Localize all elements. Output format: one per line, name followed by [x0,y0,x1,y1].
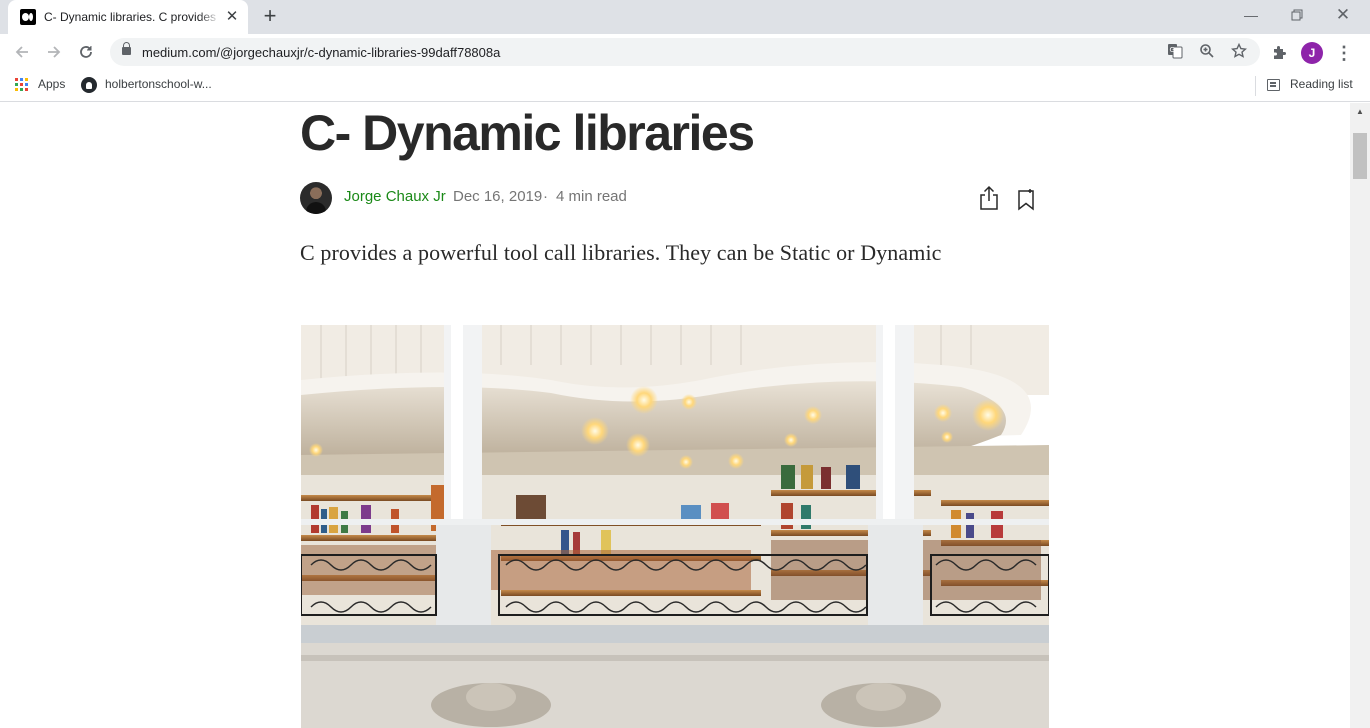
read-time: 4 min read [556,188,627,205]
tab-strip: C- Dynamic libraries. C provides a power… [0,0,1370,34]
minimize-window-button[interactable]: — [1228,0,1274,30]
browser-tab-active[interactable]: C- Dynamic libraries. C provides a power… [8,0,248,34]
scrollbar-thumb[interactable] [1353,133,1367,179]
author-name-link[interactable]: Jorge Chaux Jr [344,188,446,205]
post-date: Dec 16, 2019 [453,188,543,205]
scroll-up-arrow-icon[interactable]: ▲ [1350,103,1370,121]
restore-window-button[interactable] [1274,0,1320,30]
bookmark-star-icon[interactable] [1230,42,1248,61]
reading-list-icon[interactable] [1267,79,1280,91]
profile-avatar[interactable]: J [1301,42,1323,64]
page-scrollbar[interactable]: ▲ [1350,103,1370,728]
author-avatar[interactable] [300,182,332,214]
reload-button[interactable] [72,38,100,66]
lock-icon[interactable] [122,42,131,55]
article-title: C- Dynamic libraries [300,105,755,161]
article-subtitle: C provides a powerful tool call librarie… [300,240,942,265]
bookmarks-divider [1255,76,1256,96]
hero-image [301,325,1049,728]
translate-icon[interactable]: G [1166,43,1184,61]
back-button[interactable] [8,38,36,66]
extensions-puzzle-icon[interactable] [1268,42,1290,64]
forward-button[interactable] [40,38,68,66]
new-tab-button[interactable]: + [258,5,282,29]
address-bar[interactable]: medium.com/@jorgechauxjr/c-dynamic-libra… [110,38,1260,66]
bookmarks-bar: Apps holbertonschool-w... Reading list [0,70,1370,102]
page-content: C- Dynamic libraries Jorge Chaux Jr Dec … [0,103,1350,728]
svg-text:G: G [1170,46,1175,54]
reading-list-label[interactable]: Reading list [1290,77,1353,91]
apps-bookmark-label[interactable]: Apps [38,77,65,91]
bookmark-holbertonschool[interactable]: holbertonschool-w... [105,77,212,91]
browser-toolbar: medium.com/@jorgechauxjr/c-dynamic-libra… [0,34,1370,70]
meta-separator: · [543,188,548,205]
zoom-icon[interactable] [1198,43,1216,61]
close-window-button[interactable]: ✕ [1320,0,1366,30]
share-icon[interactable] [978,185,1000,211]
github-icon[interactable] [81,77,97,93]
close-tab-icon[interactable]: ✕ [224,8,240,26]
tab-title: C- Dynamic libraries. C provides a power… [44,10,220,24]
medium-favicon-icon [20,9,36,25]
apps-grid-icon[interactable] [15,78,28,91]
browser-menu-icon[interactable]: ⋮ [1334,42,1354,64]
url-text[interactable]: medium.com/@jorgechauxjr/c-dynamic-libra… [142,45,500,60]
save-bookmark-icon[interactable] [1016,188,1036,212]
